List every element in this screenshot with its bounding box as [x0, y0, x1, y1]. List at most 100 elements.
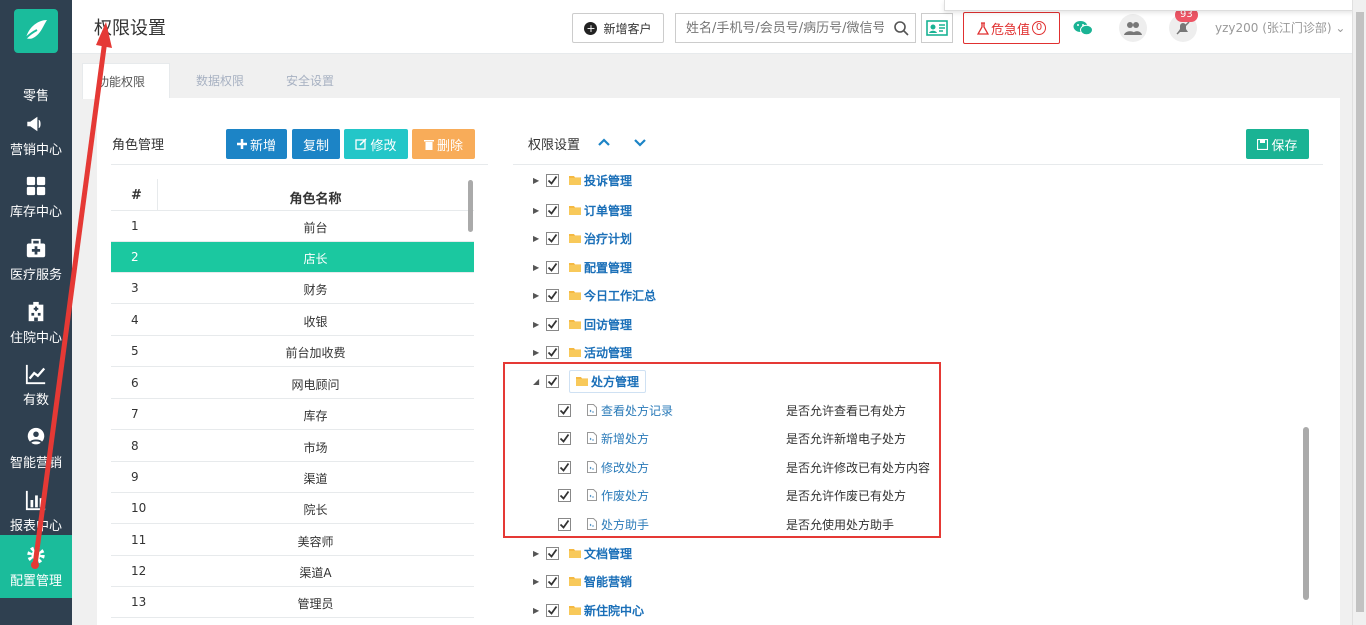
save-button[interactable]: 保存 — [1246, 129, 1309, 159]
table-row[interactable]: 13 管理员 — [111, 587, 474, 618]
tree-node[interactable]: ▶ 新住院中心 — [533, 600, 644, 620]
nav-analytics[interactable]: 有数 — [0, 354, 72, 416]
team-button[interactable] — [1119, 14, 1147, 42]
window-scrollbar-thumb[interactable] — [1356, 12, 1364, 612]
caret-right-icon[interactable]: ▶ — [533, 577, 541, 586]
table-row[interactable]: 2 店长 — [111, 242, 474, 273]
table-row[interactable]: 6 网电顾问 — [111, 368, 474, 399]
critical-value-button[interactable]: 危急值 0 — [963, 12, 1060, 44]
tree-node-label-wrap[interactable]: 今日工作汇总 — [569, 287, 656, 304]
table-row[interactable]: 11 美容师 — [111, 525, 474, 556]
tab-data-permissions[interactable]: 数据权限 — [182, 63, 258, 99]
wechat-button[interactable] — [1069, 14, 1097, 42]
caret-right-icon[interactable]: ▶ — [533, 549, 541, 558]
new-customer-button[interactable]: + 新增客户 — [572, 13, 664, 43]
user-menu[interactable]: yzy200 (张江门诊部) ⌄ — [1215, 19, 1345, 36]
tree-checkbox[interactable] — [546, 288, 559, 302]
table-row[interactable]: 3 财务 — [111, 273, 474, 304]
search-input[interactable] — [676, 14, 884, 42]
add-role-button[interactable]: 新增 — [226, 129, 287, 159]
tree-node[interactable]: ▶ 配置管理 — [533, 257, 632, 277]
save-icon — [1257, 138, 1269, 150]
nav-config[interactable]: 配置管理 — [0, 535, 72, 598]
tree-checkbox[interactable] — [546, 231, 559, 245]
tree-node[interactable]: ▶ 智能营销 — [533, 571, 632, 591]
folder-icon — [569, 549, 581, 558]
tree-node[interactable]: ▶ 回访管理 — [533, 314, 632, 334]
tree-node-label-wrap[interactable]: 智能营销 — [569, 573, 632, 590]
new-customer-label: 新增客户 — [603, 21, 652, 36]
tree-checkbox[interactable] — [546, 546, 559, 560]
plus-icon — [236, 139, 247, 149]
table-row[interactable]: 8 市场 — [111, 431, 474, 462]
folder-icon — [569, 206, 581, 215]
nav-inventory[interactable]: 库存中心 — [0, 166, 72, 228]
nav-medical[interactable]: 医疗服务 — [0, 229, 72, 291]
nav-label: 配置管理 — [9, 574, 62, 589]
table-row[interactable]: 10 院长 — [111, 493, 474, 524]
chevron-down-icon[interactable] — [633, 135, 647, 149]
caret-right-icon[interactable]: ▶ — [533, 234, 541, 243]
role-table-scrollbar[interactable] — [468, 180, 473, 232]
delete-role-button[interactable]: 删除 — [412, 129, 475, 159]
chevron-up-icon[interactable] — [597, 135, 611, 149]
window-scrollbar[interactable] — [1352, 0, 1366, 625]
tree-node-label-wrap[interactable]: 回访管理 — [569, 316, 632, 333]
table-row[interactable]: 12 渠道A — [111, 556, 474, 587]
tree-node-label-wrap[interactable]: 新住院中心 — [569, 602, 644, 619]
tree-node-label: 订单管理 — [584, 203, 633, 218]
tree-checkbox[interactable] — [546, 603, 559, 617]
row-index: 6 — [131, 376, 139, 390]
nav-reports[interactable]: 报表中心 — [0, 480, 72, 542]
nav-smart-marketing[interactable]: 智能营销 — [0, 417, 72, 479]
tab-security-settings[interactable]: 安全设置 — [272, 63, 348, 99]
tree-checkbox[interactable] — [546, 317, 559, 331]
tree-node-label: 新住院中心 — [584, 603, 645, 618]
tree-node[interactable]: ▶ 投诉管理 — [533, 170, 632, 190]
tree-node[interactable]: ▶ 文档管理 — [533, 543, 632, 563]
tree-node[interactable]: ▶ 今日工作汇总 — [533, 285, 656, 305]
tree-node[interactable]: ▶ 订单管理 — [533, 200, 632, 220]
folder-icon — [569, 348, 581, 357]
caret-right-icon[interactable]: ▶ — [533, 291, 541, 300]
tree-node-label-wrap[interactable]: 订单管理 — [569, 202, 632, 219]
tab-label: 安全设置 — [286, 74, 335, 88]
tree-checkbox[interactable] — [546, 260, 559, 274]
tree-node-label-wrap[interactable]: 活动管理 — [569, 344, 632, 361]
caret-right-icon[interactable]: ▶ — [533, 176, 541, 185]
tree-checkbox[interactable] — [546, 345, 559, 359]
caret-right-icon[interactable]: ▶ — [533, 263, 541, 272]
tree-checkbox[interactable] — [546, 203, 559, 217]
tree-node-label-wrap[interactable]: 投诉管理 — [569, 172, 632, 189]
row-index: 8 — [131, 439, 139, 453]
caret-right-icon[interactable]: ▶ — [533, 320, 541, 329]
tree-node-label-wrap[interactable]: 配置管理 — [569, 259, 632, 276]
caret-right-icon[interactable]: ▶ — [533, 606, 541, 615]
tree-node[interactable]: ▶ 治疗计划 — [533, 228, 632, 248]
caret-right-icon[interactable]: ▶ — [533, 206, 541, 215]
nav-marketing[interactable]: 营销中心 — [0, 104, 72, 166]
copy-role-button[interactable]: 复制 — [292, 129, 340, 159]
tree-node[interactable]: ▶ 活动管理 — [533, 342, 632, 362]
tree-node-label-wrap[interactable]: 治疗计划 — [569, 230, 632, 247]
line-chart-icon — [25, 364, 46, 384]
search-icon[interactable] — [893, 20, 909, 36]
tree-node-label-wrap[interactable]: 文档管理 — [569, 545, 632, 562]
tree-checkbox[interactable] — [546, 173, 559, 187]
folder-icon — [569, 320, 581, 329]
table-row[interactable]: 7 库存 — [111, 399, 474, 430]
edit-role-button[interactable]: 修改 — [344, 129, 408, 159]
table-row[interactable]: 1 前台 — [111, 211, 474, 242]
app-logo[interactable] — [14, 9, 58, 53]
tree-scrollbar[interactable] — [1303, 427, 1309, 600]
id-card-button[interactable] — [921, 13, 953, 43]
tab-function-permissions[interactable]: 功能权限 — [82, 63, 170, 99]
nav-inpatient[interactable]: 住院中心 — [0, 292, 72, 354]
tree-checkbox[interactable] — [546, 574, 559, 588]
table-row[interactable]: 4 收银 — [111, 305, 474, 336]
table-row[interactable]: 9 渠道 — [111, 462, 474, 493]
edit-icon — [355, 138, 368, 150]
caret-right-icon[interactable]: ▶ — [533, 348, 541, 357]
critical-value-count: 0 — [1032, 21, 1046, 35]
table-row[interactable]: 5 前台加收费 — [111, 336, 474, 367]
